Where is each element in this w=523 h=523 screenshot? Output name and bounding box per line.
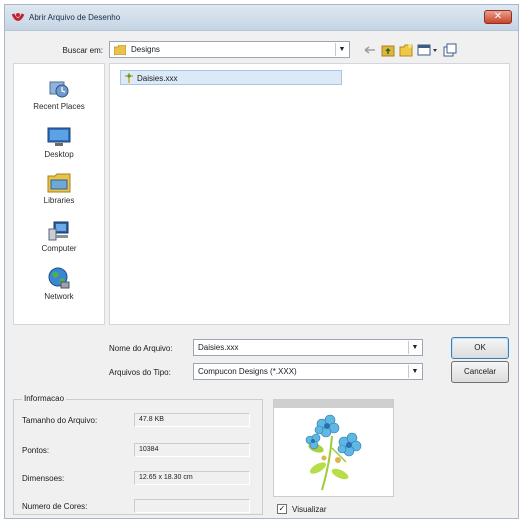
back-arrow-icon[interactable]: [363, 43, 377, 57]
file-size-value: 47.8 KB: [139, 416, 164, 423]
info-group-title: Informacao: [22, 394, 67, 403]
preview-header: [274, 400, 393, 408]
up-folder-icon[interactable]: [381, 43, 395, 57]
points-label: Pontos:: [22, 446, 50, 455]
window-title: Abrir Arquivo de Desenho: [29, 13, 121, 22]
file-type-label: Arquivos do Tipo:: [109, 368, 171, 377]
libraries-icon: [47, 173, 71, 193]
new-folder-icon[interactable]: [399, 43, 413, 57]
design-preview: [273, 399, 394, 497]
place-recent-places[interactable]: Recent Places: [14, 78, 104, 111]
place-label: Desktop: [44, 150, 74, 159]
file-type-value: Compucon Designs (*.XXX): [198, 367, 297, 376]
desktop-icon: [47, 127, 71, 146]
place-libraries[interactable]: Libraries: [14, 172, 104, 205]
dimensions-field: 12.65 x 18.30 cm: [134, 471, 250, 485]
info-group: Informacao Tamanho do Arquivo: 47.8 KB P…: [13, 394, 263, 515]
chevron-down-icon[interactable]: ▼: [408, 341, 421, 354]
place-computer[interactable]: Computer: [14, 220, 104, 253]
file-size-field: 47.8 KB: [134, 413, 250, 427]
network-icon: [48, 267, 70, 289]
preview-checkbox[interactable]: ✓: [277, 504, 287, 514]
places-bar: Recent Places Desktop Libraries Computer…: [13, 63, 105, 325]
cancel-button[interactable]: Cancelar: [451, 361, 509, 383]
preview-checkbox-label[interactable]: Visualizar: [292, 505, 327, 514]
folder-icon: [114, 45, 126, 55]
dimensions-value: 12.65 x 18.30 cm: [139, 474, 193, 481]
place-desktop[interactable]: Desktop: [14, 126, 104, 159]
file-name-label: Nome do Arquivo:: [109, 344, 173, 353]
title-bar[interactable]: Abrir Arquivo de Desenho ✕: [5, 5, 518, 31]
file-name-combo[interactable]: Daisies.xxx ▼: [193, 339, 423, 356]
place-label: Computer: [41, 244, 77, 253]
dimensions-label: Dimensoes:: [22, 474, 65, 483]
list-item[interactable]: Daisies.xxx: [120, 70, 342, 85]
app-logo-icon: [11, 13, 25, 21]
ok-button[interactable]: OK: [451, 337, 509, 359]
look-in-label: Buscar em:: [62, 46, 103, 55]
close-icon: ✕: [493, 11, 503, 22]
chevron-down-icon[interactable]: ▼: [335, 43, 348, 56]
computer-icon: [48, 221, 69, 241]
place-network[interactable]: Network: [14, 266, 104, 301]
colors-count-label: Numero de Cores:: [22, 502, 88, 511]
file-name: Daisies.xxx: [137, 74, 178, 83]
place-label: Libraries: [43, 196, 75, 205]
flower-design-preview-icon: [305, 414, 362, 491]
place-label: Recent Places: [33, 102, 85, 111]
look-in-combo[interactable]: Designs ▼: [109, 41, 350, 58]
close-button[interactable]: ✕: [484, 10, 512, 24]
view-menu-icon[interactable]: [417, 43, 439, 57]
file-list: Daisies.xxx: [109, 63, 510, 325]
file-type-select[interactable]: Compucon Designs (*.XXX) ▼: [193, 363, 423, 380]
points-field: 10384: [134, 443, 250, 457]
recent-places-icon: [49, 81, 69, 98]
look-in-value: Designs: [131, 45, 160, 54]
tools-icon[interactable]: [443, 43, 457, 57]
place-label: Network: [44, 292, 74, 301]
design-file-icon: [125, 73, 133, 83]
file-name-input[interactable]: Daisies.xxx: [198, 343, 238, 352]
chevron-down-icon[interactable]: ▼: [408, 365, 421, 378]
file-size-label: Tamanho do Arquivo:: [22, 416, 98, 425]
points-value: 10384: [139, 446, 159, 453]
open-design-dialog: Abrir Arquivo de Desenho ✕ Buscar em: De…: [4, 4, 519, 519]
colors-count-field: [134, 499, 250, 513]
